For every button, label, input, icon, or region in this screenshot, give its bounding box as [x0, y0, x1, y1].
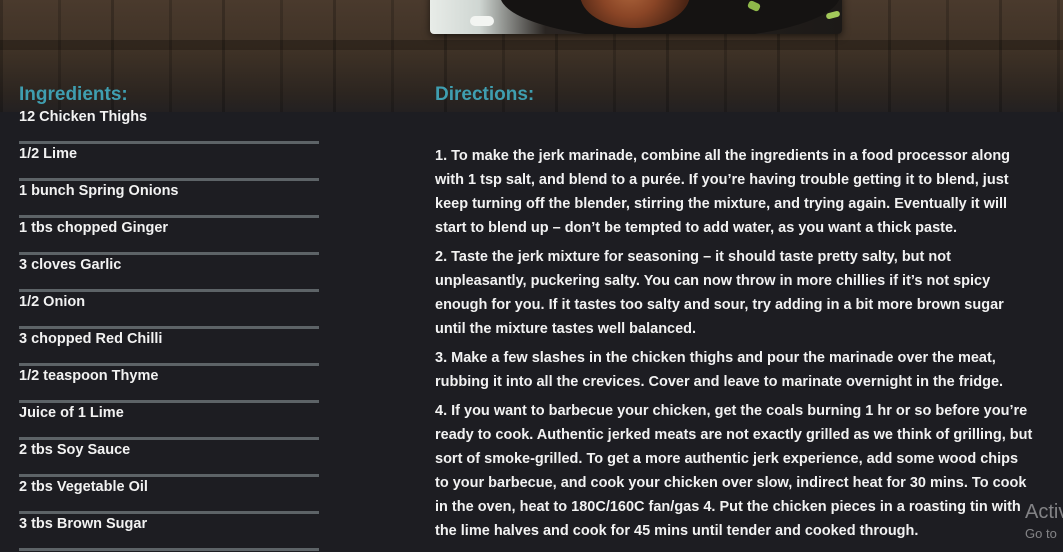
ingredient-item: 12 Chicken Thighs — [19, 107, 319, 144]
ingredient-item: 3 chopped Red Chilli — [19, 329, 319, 366]
hero-garnish — [470, 16, 494, 26]
directions-section: Directions: 1. To make the jerk marinade… — [435, 83, 1035, 548]
ingredient-item: 1/2 teaspoon Thyme — [19, 366, 319, 403]
ingredient-item: 1/2 Onion — [19, 292, 319, 329]
watermark-title: Activ — [1025, 501, 1063, 523]
direction-step: 4. If you want to barbecue your chicken,… — [435, 403, 1033, 539]
ingredient-item: 2 tbs Vegetable Oil — [19, 477, 319, 514]
recipe-page: Ingredients: 12 Chicken Thighs 1/2 Lime … — [0, 0, 1063, 552]
ingredient-item: 3 cloves Garlic — [19, 255, 319, 292]
direction-step: 3. Make a few slashes in the chicken thi… — [435, 350, 1004, 390]
watermark-subtitle: Go to — [1025, 526, 1057, 541]
ingredient-item: 1 tbs chopped Ginger — [19, 218, 319, 255]
directions-title: Directions: — [435, 84, 535, 105]
ingredients-section: Ingredients: 12 Chicken Thighs 1/2 Lime … — [19, 83, 319, 551]
ingredient-item: 3 tbs Brown Sugar — [19, 514, 319, 551]
direction-step: 2. Taste the jerk mixture for seasoning … — [435, 249, 1004, 337]
ingredients-title: Ingredients: — [19, 84, 128, 105]
directions-list: 1. To make the jerk marinade, combine al… — [435, 144, 1035, 543]
ingredient-item: Juice of 1 Lime — [19, 403, 319, 440]
direction-step: 1. To make the jerk marinade, combine al… — [435, 148, 1011, 236]
ingredients-list: 12 Chicken Thighs 1/2 Lime 1 bunch Sprin… — [19, 107, 319, 551]
activation-watermark: Activ Go to — [1025, 500, 1063, 543]
ingredient-item: 1/2 Lime — [19, 144, 319, 181]
ingredient-item: 2 tbs Soy Sauce — [19, 440, 319, 477]
recipe-hero-image — [430, 0, 842, 34]
ingredient-item: 1 bunch Spring Onions — [19, 181, 319, 218]
